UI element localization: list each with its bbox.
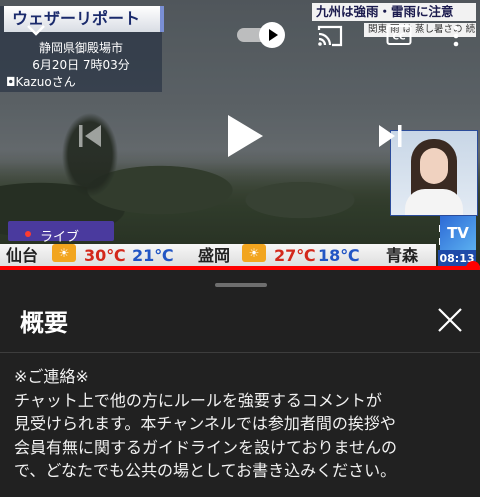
sun-icon: ☀ <box>52 244 76 262</box>
more-vert-icon[interactable] <box>448 22 464 50</box>
reporter-name: ◘Kazuoさん <box>6 73 76 90</box>
weather-high: 27℃ <box>274 246 316 265</box>
live-label: ライブ <box>40 230 80 245</box>
weather-high: 30℃ <box>84 246 126 265</box>
weather-low: 18℃ <box>318 246 360 265</box>
reporter-label: Kazuoさん <box>15 75 76 89</box>
report-datetime: 6月20日 7時03分 <box>32 58 130 72</box>
sheet-drag-handle[interactable] <box>215 283 267 287</box>
weather-strip: 仙台 ☀ 30℃ 21℃ 盛岡 ☀ 27℃ 18℃ 青森 <box>0 244 436 268</box>
chevron-down-icon[interactable] <box>22 20 50 42</box>
close-icon[interactable] <box>436 306 464 334</box>
anchor-body <box>405 189 463 215</box>
weather-city: 青森 <box>386 246 419 265</box>
tv-badge: TV <box>440 216 476 250</box>
play-icon[interactable] <box>224 112 266 160</box>
video-player[interactable]: ウェザーリポート 静岡県御殿場市 6月20日 7時03分 ◘Kazuoさん 九州… <box>0 0 480 270</box>
weather-low: 21℃ <box>132 246 174 265</box>
weather-city: 仙台 <box>6 246 39 265</box>
svg-text:CC: CC <box>392 33 406 43</box>
live-indicator-dot <box>25 231 31 237</box>
sheet-divider <box>0 352 480 353</box>
anchor-face <box>420 148 448 184</box>
sun-icon: ☀ <box>242 244 266 262</box>
autoplay-knob <box>259 22 285 48</box>
description-sheet: 概要 ※ご連絡※ チャット上で他の方にルールを強要するコメントが 見受けられます… <box>0 270 480 497</box>
description-line: チャット上で他の方にルールを強要するコメントが <box>14 390 382 410</box>
description-text: ※ご連絡※ チャット上で他の方にルールを強要するコメントが 見受けられます。本チ… <box>14 365 476 483</box>
description-line: 会員有無に関するガイドラインを設けておりませんの <box>14 437 398 457</box>
cc-icon[interactable]: CC <box>386 24 412 46</box>
autoplay-toggle[interactable] <box>237 22 287 48</box>
cast-icon[interactable] <box>316 24 344 48</box>
previous-icon[interactable] <box>73 120 107 152</box>
sheet-title: 概要 <box>20 309 68 337</box>
description-line: ※ご連絡※ <box>14 367 89 386</box>
weather-city: 盛岡 <box>198 246 231 265</box>
next-icon[interactable] <box>374 120 408 152</box>
camera-icon: ◘ <box>6 75 16 89</box>
description-line: で、どなたでも公共の場としてお書き込みください。 <box>14 461 397 480</box>
news-ticker: 九州は強雨・雷雨に注意 <box>312 3 476 21</box>
description-line: 見受けられます。本チャンネルでは参加者間の挨拶や <box>14 414 396 433</box>
